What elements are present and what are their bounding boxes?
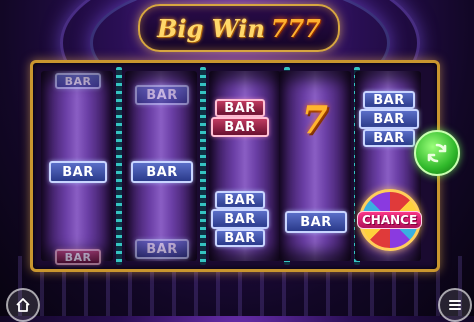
symbol-bar: BAR — [211, 209, 269, 229]
symbol-seven: 7 — [301, 96, 329, 142]
reel-4: 7 BAR — [279, 71, 351, 261]
chance-label: CHANCE — [357, 211, 423, 229]
reel-1: BAR BAR BAR — [41, 71, 113, 265]
symbol-bar: BAR — [359, 109, 419, 129]
symbol-bar: BAR — [135, 85, 189, 105]
symbol-bar: BAR — [211, 117, 269, 137]
game-logo: Big Win 777 — [138, 4, 340, 52]
symbol-bar: BAR — [135, 239, 189, 259]
symbol-bar: BAR — [49, 161, 107, 183]
menu-icon — [449, 300, 461, 310]
reel-5: BAR BAR BAR CHANCE — [355, 71, 423, 261]
home-icon — [16, 298, 30, 312]
symbol-bar: BAR — [131, 161, 193, 183]
symbol-bar: BAR — [363, 129, 415, 147]
reel-frame: BAR BAR BAR BAR BAR BAR BAR BAR BAR BAR … — [30, 60, 440, 272]
spin-button[interactable] — [414, 130, 460, 176]
logo-sevens: 777 — [270, 13, 321, 43]
spin-arrows-icon — [427, 143, 447, 163]
symbol-bar: BAR — [55, 73, 101, 89]
home-button[interactable] — [6, 288, 40, 322]
symbol-bar: BAR — [215, 229, 265, 247]
symbol-bar: BAR — [285, 211, 347, 233]
reel-divider — [116, 67, 122, 265]
symbol-bar: BAR — [215, 99, 265, 117]
symbol-bar: BAR — [55, 249, 101, 265]
menu-button[interactable] — [438, 288, 472, 322]
logo-title: Big Win — [157, 13, 265, 43]
symbol-bar: BAR — [363, 91, 415, 109]
reel-2: BAR BAR BAR — [125, 71, 197, 261]
reel-3: BAR BAR BAR BAR BAR — [209, 71, 281, 261]
symbol-bar: BAR — [215, 191, 265, 209]
reel-divider — [200, 67, 206, 265]
